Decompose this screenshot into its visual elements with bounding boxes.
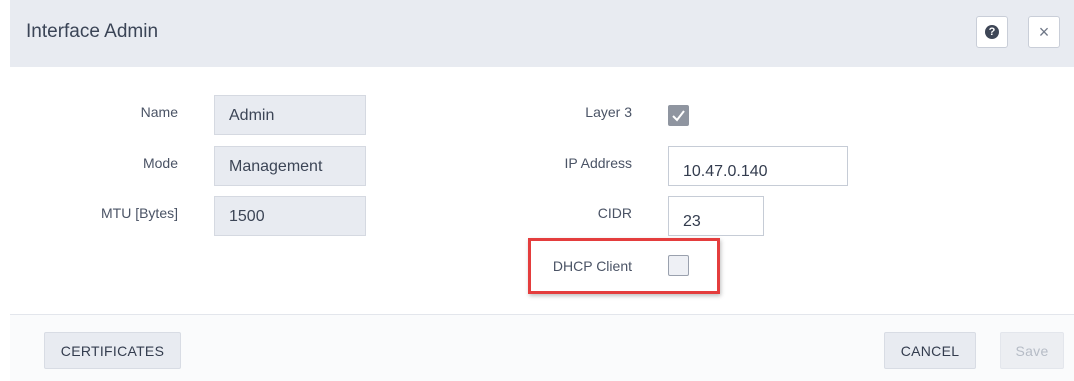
cidr-input[interactable] [668,196,764,236]
mtu-field: 1500 [214,196,366,236]
dialog-title: Interface Admin [26,21,159,42]
certificates-button[interactable]: CERTIFICATES [44,332,181,369]
ip-address-input[interactable] [668,146,848,186]
layer3-label: Layer 3 [585,104,632,120]
name-label: Name [140,104,178,120]
highlight-annotation-box [528,238,720,294]
close-button[interactable]: × [1028,16,1060,48]
mode-label: Mode [142,155,178,171]
mode-field: Management [214,146,366,186]
checkmark-icon [672,110,685,122]
cancel-button[interactable]: CANCEL [884,332,976,369]
help-icon: ? [985,25,999,39]
interface-admin-dialog: Interface Admin ? × Name Admin Mode Mana… [10,0,1074,381]
help-button[interactable]: ? [976,16,1008,48]
ip-address-label: IP Address [564,155,632,171]
mtu-label: MTU [Bytes] [100,205,178,221]
save-button[interactable]: Save [1000,332,1064,369]
close-icon: × [1038,22,1050,42]
dialog-header: Interface Admin ? × [10,0,1074,67]
layer3-checkbox[interactable] [668,105,689,126]
name-field: Admin [214,95,366,135]
cidr-label: CIDR [597,205,632,221]
dialog-footer: CERTIFICATES CANCEL Save [10,315,1074,381]
